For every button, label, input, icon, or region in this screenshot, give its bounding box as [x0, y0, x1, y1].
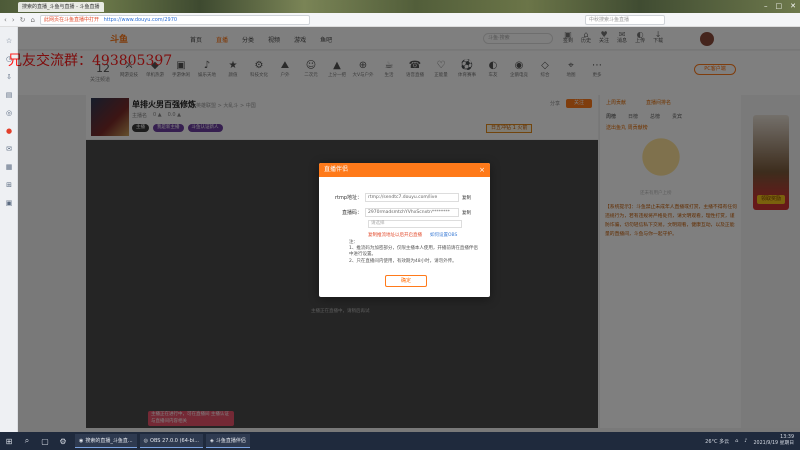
obs-help-link[interactable]: 如何设置OBS	[430, 232, 457, 238]
dialog-links: 复制推流地址以后开启直播 如何设置OBS	[368, 232, 457, 238]
browser-search-input[interactable]: 中秋搜索斗鱼直播	[584, 14, 665, 25]
game-icon[interactable]: ▦	[0, 163, 18, 171]
note-icon[interactable]: ▤	[0, 91, 18, 99]
key-label: 直播码：	[341, 210, 362, 216]
browser-toolbar: ‹ › ↻ ⌂ 此网页在斗鱼直播中打开 https://www.douyu.co…	[0, 13, 800, 27]
settings-icon[interactable]: ⚙	[54, 437, 72, 446]
note-line: 2、只在直播间内使用，有效期为48小时，请勿外传。	[349, 258, 457, 264]
taskbar-app-browser[interactable]: ◉ 搜索的直播_斗鱼直...	[75, 434, 137, 448]
note-line: 1、推流码为加密部分，仅限主播本人使用，开播前请在直播伴侣中进行设置。	[349, 246, 478, 258]
rtmp-label: rtmp地址：	[334, 195, 362, 201]
taskbar-app-label: 斗鱼直播伴侣	[215, 438, 246, 444]
windows-taskbar: ⊞ ⌕ ▢ ⚙ ◉ 搜索的直播_斗鱼直... ◎ OBS 27.0.0 (64-bi…	[0, 432, 800, 450]
stream-key-field[interactable]: 2970rmadsmtchYVhxScnxtn********	[365, 208, 459, 217]
forward-icon[interactable]: ›	[12, 16, 15, 24]
network-icon[interactable]: ⌂	[735, 438, 738, 444]
key-row: 直播码： 2970rmadsmtchYVhxScnxtn******** 复制	[319, 208, 471, 217]
weibo-icon[interactable]: ●	[0, 127, 18, 135]
windows-start-icon[interactable]: ⊞	[0, 437, 18, 446]
taskbar-app-label: OBS 27.0.0 (64-bi...	[150, 437, 200, 444]
task-view-icon[interactable]: ▢	[36, 437, 54, 446]
volume-icon[interactable]: ♪	[744, 438, 747, 444]
close-icon[interactable]: ×	[479, 163, 485, 177]
clock[interactable]: 13:39 2021/9/19 星期日	[753, 435, 794, 447]
refresh-key-link[interactable]: 复制推流地址以后开启直播	[368, 232, 422, 238]
taskbar-app-label: 搜索的直播_斗鱼直...	[85, 438, 133, 444]
line-select[interactable]: 请选择	[368, 220, 462, 228]
download-icon[interactable]: ⇩	[0, 73, 18, 81]
refresh-icon[interactable]: ↻	[20, 16, 26, 24]
clock-date: 2021/9/19 星期日	[753, 441, 794, 446]
dialog-header: 直播伴侣 ×	[319, 163, 490, 177]
url-text: https://www.douyu.com/2970	[103, 16, 178, 23]
dialog-notes: 注： 1、推流码为加密部分，仅限主播本人使用，开播前请在直播伴侣中进行设置。 2…	[349, 240, 479, 265]
system-tray: 26°C 多云 ⌂ ♪ 13:39 2021/9/19 星期日	[705, 432, 794, 450]
address-bar[interactable]: 此网页在斗鱼直播中打开 https://www.douyu.com/2970	[39, 14, 310, 25]
browser-tabbar: 搜索的直播_斗鱼与直播 - 斗鱼直播	[0, 2, 104, 12]
taskbar-app-douyu[interactable]: ◈ 斗鱼直播伴侣	[206, 434, 250, 448]
obs-app-icon: ◎	[143, 437, 149, 444]
rtmp-row: rtmp地址： rtmp://sendtc7.douyu.com/live 复制	[319, 193, 471, 202]
browser-tab[interactable]: 搜索的直播_斗鱼与直播 - 斗鱼直播	[18, 2, 104, 12]
dialog-title: 直播伴侣	[324, 166, 349, 173]
url-warning: 此网页在斗鱼直播中打开	[43, 16, 99, 23]
rtmp-field[interactable]: rtmp://sendtc7.douyu.com/live	[365, 193, 459, 202]
copy-rtmp-button[interactable]: 复制	[462, 195, 471, 201]
chat-icon[interactable]: ◎	[0, 109, 18, 117]
weather-text[interactable]: 26°C 多云	[705, 438, 729, 445]
mail-icon[interactable]: ✉	[0, 145, 18, 153]
stream-key-dialog: 直播伴侣 × rtmp地址： rtmp://sendtc7.douyu.com/…	[319, 163, 490, 297]
home-icon[interactable]: ⌂	[31, 16, 35, 24]
back-icon[interactable]: ‹	[4, 16, 7, 24]
browser-sidebar: ☆ ◷ ⇩ ▤ ◎ ● ✉ ▦ ⊞ ▣	[0, 27, 18, 432]
ok-button[interactable]: 确定	[385, 275, 427, 287]
browser-app-icon: ◉	[79, 437, 84, 444]
copy-key-button[interactable]: 复制	[462, 210, 471, 216]
star-icon[interactable]: ☆	[0, 37, 18, 45]
taskbar-app-obs[interactable]: ◎ OBS 27.0.0 (64-bi...	[139, 434, 204, 448]
cart-icon[interactable]: ⊞	[0, 181, 18, 189]
minimize-icon[interactable]: –	[764, 2, 768, 10]
douyu-app-icon: ◈	[210, 437, 214, 444]
maximize-icon[interactable]: □	[776, 2, 783, 10]
search-icon[interactable]: ⌕	[18, 436, 36, 446]
app-icon[interactable]: ▣	[0, 199, 18, 207]
window-controls: – □ ✕	[764, 2, 796, 10]
close-window-icon[interactable]: ✕	[790, 2, 796, 10]
